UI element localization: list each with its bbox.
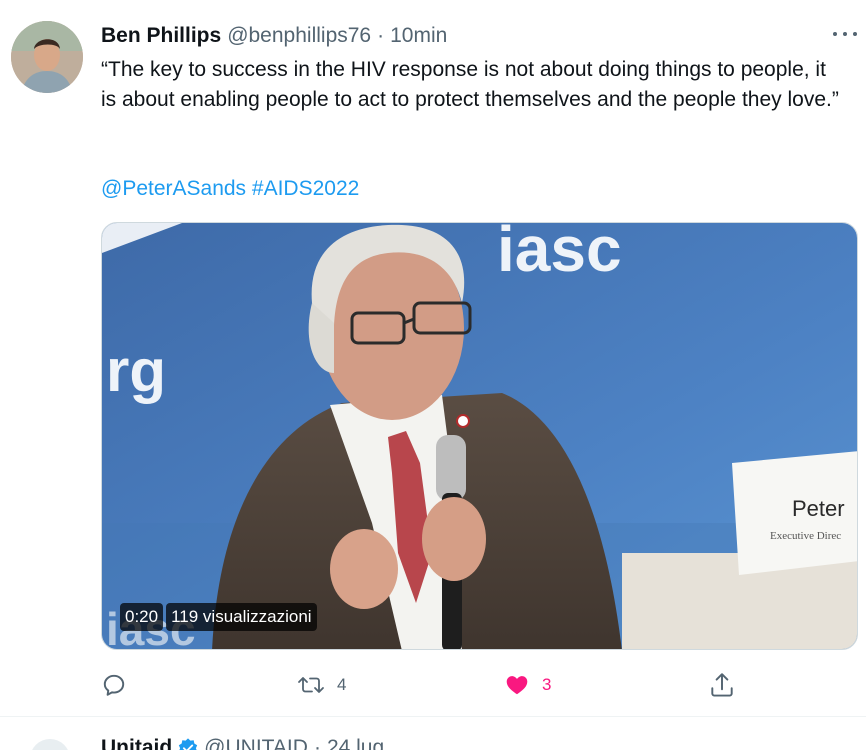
next-header-separator: · xyxy=(313,736,321,750)
retweet-button[interactable]: 4 xyxy=(297,668,346,702)
more-dot xyxy=(853,32,857,36)
header-separator: · xyxy=(377,24,385,47)
more-icon[interactable] xyxy=(830,24,860,44)
tweet-actions: 4 3 xyxy=(101,668,861,702)
author-avatar[interactable] xyxy=(11,21,83,93)
tweet[interactable]: Ben Phillips @benphillips76 · 10min “The… xyxy=(0,0,866,716)
reply-icon xyxy=(103,674,125,696)
author-name[interactable]: Ben Phillips xyxy=(101,24,221,48)
hashtag-link[interactable]: #AIDS2022 xyxy=(252,177,359,200)
nameplate-name: Peter xyxy=(792,496,845,521)
author-handle[interactable]: @benphillips76 xyxy=(227,24,371,48)
more-dot xyxy=(833,32,837,36)
retweet-icon xyxy=(298,677,324,693)
next-tweet-timestamp[interactable]: 24 lug xyxy=(327,736,384,750)
tweet-tags: @PeterASands #AIDS2022 xyxy=(101,174,359,204)
backdrop-text-left: rg xyxy=(106,337,166,404)
video-duration: 0:20 xyxy=(120,603,164,631)
more-dot xyxy=(843,32,847,36)
reply-button[interactable] xyxy=(101,668,139,702)
tweet-timestamp[interactable]: 10min xyxy=(390,24,447,48)
video-overlay: 0:20 119 visualizzazioni xyxy=(120,603,317,631)
mention-link[interactable]: @PeterASands xyxy=(101,177,246,200)
tweet-header: Ben Phillips @benphillips76 · 10min xyxy=(101,22,447,50)
next-tweet[interactable]: Unitaid @UNITAID · 24 lug xyxy=(0,717,866,750)
next-author-handle[interactable]: @UNITAID xyxy=(204,736,308,750)
video-views: 119 visualizzazioni xyxy=(166,603,317,631)
nameplate-title: Executive Direc xyxy=(770,530,841,542)
heart-icon xyxy=(506,676,528,695)
like-button[interactable]: 3 xyxy=(504,668,551,702)
share-button[interactable] xyxy=(709,668,735,702)
retweet-count: 4 xyxy=(337,675,347,694)
next-tweet-header: Unitaid @UNITAID · 24 lug xyxy=(101,736,384,750)
backdrop-text: iasc xyxy=(497,223,622,285)
like-count: 3 xyxy=(542,675,552,694)
tweet-text: “The key to success in the HIV response … xyxy=(101,58,839,111)
tweet-video[interactable]: iasc rg iasc Peter Executive Direc 0:20 xyxy=(101,222,858,650)
next-author-name[interactable]: Unitaid xyxy=(101,736,172,750)
share-icon xyxy=(711,673,733,697)
verified-icon xyxy=(179,738,198,750)
next-author-avatar[interactable] xyxy=(30,739,70,750)
